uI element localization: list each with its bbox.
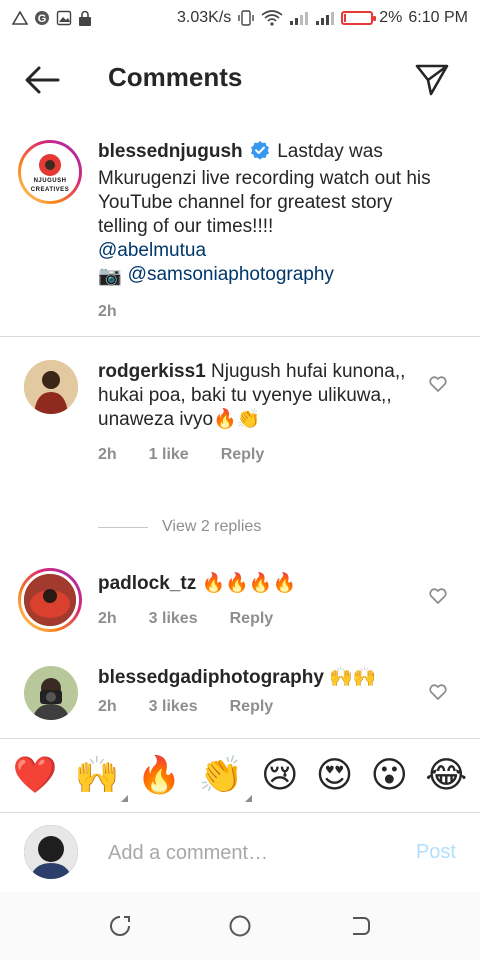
status-right: 3.03K/s 2% 6:10 PM [177,9,468,27]
skin-tone-corner-icon [244,795,252,802]
reply-button[interactable]: Reply [230,610,274,628]
comment-text: rodgerkiss1 Njugush hufai kunona,, hukai… [98,360,420,432]
verified-badge-icon [250,140,270,167]
logo-text-line1: NJUGUSH [33,178,67,184]
comment-time: 2h [98,698,117,715]
emoji-divider [0,738,480,739]
emoji-fire-button[interactable]: 🔥 [137,756,182,796]
emoji-clap-button[interactable]: 👏 [198,755,252,802]
status-left: G [12,10,92,26]
comment-item: rodgerkiss1 Njugush hufai kunona,, hukai… [0,360,480,464]
emoji-clap: 👏 [198,755,244,796]
heart-outline-icon [429,684,447,700]
emoji-raised-hands-button[interactable]: 🙌 [74,755,128,802]
emoji-laughing-button[interactable]: 😂 [425,756,467,796]
post-button[interactable]: Post [416,841,456,864]
commenter-avatar[interactable] [24,666,78,720]
comment-likes[interactable]: 3 likes [149,698,198,716]
comment-username[interactable]: padlock_tz [98,573,196,594]
caption-username[interactable]: blessednjugush [98,141,243,162]
emoji-heart-button[interactable]: ❤️ [13,756,58,796]
commenter-avatar[interactable] [24,360,78,414]
page-title: Comments [108,62,243,92]
system-nav-bar [0,892,480,960]
comment-text: padlock_tz 🔥🔥🔥🔥 [98,572,420,596]
comment-username[interactable]: blessedgadiphotography [98,667,324,688]
recent-apps-button[interactable] [100,906,140,946]
comment-meta: 2h 3 likes Reply [98,698,420,716]
emoji-raised-hands: 🙌 [74,755,120,796]
recents-icon [110,916,130,936]
clock: 6:10 PM [408,9,468,26]
comment-time: 2h [98,610,117,627]
comment-body: 🔥🔥🔥🔥 [201,573,297,594]
my-avatar [24,825,78,879]
share-button[interactable] [412,60,452,100]
like-comment-button[interactable] [428,682,450,704]
svg-text:G: G [38,13,47,25]
mention-link-2[interactable]: @samsoniaphotography [128,264,334,285]
back-arrow-icon [25,66,60,94]
comment-meta: 2h 3 likes Reply [98,610,420,628]
heart-outline-icon [429,588,447,604]
network-speed: 3.03K/s [177,9,232,26]
wifi-icon [261,10,283,26]
commenter-avatar[interactable] [18,568,82,632]
emoji-heart-eyes-button[interactable]: 😍 [316,756,354,796]
home-circle-icon [229,915,251,937]
gallery-icon [56,10,72,26]
caption-divider [0,336,480,337]
avatar-logo: NJUGUSH CREATIVES [21,143,79,201]
emoji-surprised-button[interactable]: 😮 [371,756,409,796]
like-comment-button[interactable] [428,586,450,608]
replies-line [98,526,148,528]
logo-text-line2: CREATIVES [30,187,70,193]
home-button[interactable] [220,906,260,946]
comment-likes[interactable]: 3 likes [149,610,198,628]
comment-likes[interactable]: 1 like [149,446,189,464]
battery-icon [341,11,377,25]
comment-username[interactable]: rodgerkiss1 [98,361,206,382]
comment-input[interactable] [108,837,398,869]
reply-button[interactable]: Reply [221,446,265,464]
emoji-crying-button[interactable]: 😢 [261,756,299,796]
caption-time: 2h [98,303,117,320]
back-nav-icon [353,917,370,935]
signal-icon-1 [289,11,309,25]
comment-body: 🙌🙌 [329,667,377,688]
signal-icon-2 [315,11,335,25]
add-comment-bar: Post [0,812,480,892]
comment-text: blessedgadiphotography 🙌🙌 [98,666,420,690]
camera-emoji: 📷 [98,266,122,287]
lock-icon [78,10,92,26]
header: Comments [0,50,480,110]
caption-avatar[interactable]: NJUGUSH CREATIVES [18,140,82,204]
send-icon [415,64,449,96]
heart-outline-icon [429,376,447,392]
quick-emoji-bar: ❤️ 🙌 🔥 👏 😢 😍 😮 😂 [0,748,480,804]
comment-time: 2h [98,446,117,463]
comment-meta: 2h 1 like Reply [98,446,420,464]
vibrate-icon [237,10,255,26]
post-caption: NJUGUSH CREATIVES blessednjugush Lastday… [0,140,480,321]
avatar-photo [21,571,79,629]
comment-item: padlock_tz 🔥🔥🔥🔥 2h 3 likes Reply [0,568,480,632]
like-comment-button[interactable] [428,374,450,396]
reply-button[interactable]: Reply [230,698,274,716]
battery-percent: 2% [379,9,403,26]
google-g-icon: G [34,10,50,26]
comment-item: blessedgadiphotography 🙌🙌 2h 3 likes Rep… [0,666,480,720]
mention-link-1[interactable]: @abelmutua [98,240,206,261]
caption-text: blessednjugush Lastday was Mkurugenzi li… [98,140,440,289]
skin-tone-corner-icon [120,795,128,802]
status-bar: G 3.03K/s 2% 6:10 PM [0,0,480,36]
back-button[interactable] [24,62,60,98]
warning-icon [12,11,28,25]
view-replies-button[interactable]: View 2 replies [98,518,261,536]
back-nav-button[interactable] [340,906,380,946]
view-replies-label: View 2 replies [162,518,262,535]
logo-face-icon [39,154,61,176]
